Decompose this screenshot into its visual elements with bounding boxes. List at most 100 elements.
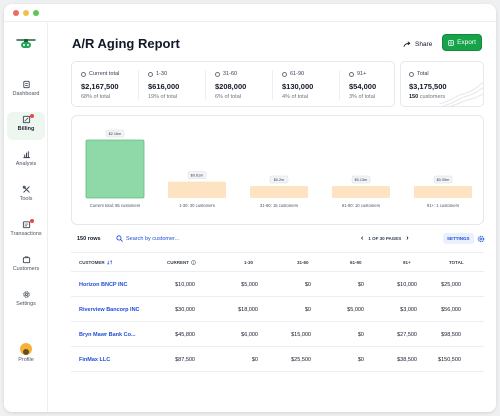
amount-cell: $0 xyxy=(357,282,364,288)
export-button[interactable]: Export xyxy=(442,34,482,51)
customer-link[interactable]: Riverview Bancorp INC xyxy=(79,307,140,313)
summary-percent: 19% of total xyxy=(148,94,178,100)
customer-link[interactable]: FinMax LLC xyxy=(79,357,110,363)
minimize-window-button[interactable] xyxy=(23,10,29,16)
chart-bar[interactable] xyxy=(85,139,145,199)
info-icon xyxy=(191,260,196,265)
dashboard-icon xyxy=(22,80,30,89)
col-label: CURRENT xyxy=(167,260,189,265)
col-current[interactable]: CURRENT xyxy=(167,260,196,265)
summary-amount: $54,000 xyxy=(349,82,377,91)
settings-button[interactable]: SETTINGS xyxy=(443,233,474,244)
next-page-button[interactable]: › xyxy=(406,235,408,242)
amount-cell: $15,000 xyxy=(291,332,311,338)
amount-cell: $98,500 xyxy=(441,332,461,338)
nav-item-transactions[interactable]: Transactions xyxy=(7,217,45,245)
nav-label: Customers xyxy=(12,266,40,272)
chart-bar[interactable] xyxy=(414,186,472,198)
table-row[interactable]: FinMax LLC $87,500 $0 $25,500 $0 $38,500 $150,… xyxy=(71,348,484,372)
summary-amount: $208,000 xyxy=(215,82,247,91)
app-logo-icon xyxy=(16,39,36,48)
clock-icon xyxy=(215,71,220,77)
aging-bar-chart: $2.16m Current total: 85 customers $0.61m 1… xyxy=(71,115,484,225)
share-button[interactable]: Share xyxy=(403,37,432,51)
col-1-30[interactable]: 1-30 xyxy=(244,260,253,265)
settings-gear-icon[interactable] xyxy=(477,235,485,243)
clock-icon xyxy=(148,71,153,77)
bar-category-label: 1-30: 30 customers xyxy=(179,203,215,208)
table-toolbar: 150 rows Search by customer... ‹ 1 OF 30… xyxy=(71,231,484,247)
nav-item-customers[interactable]: Customers xyxy=(7,252,45,280)
notification-dot xyxy=(30,114,34,118)
page-title: A/R Aging Report xyxy=(72,36,180,51)
col-label: TOTAL xyxy=(449,260,464,265)
col-total[interactable]: TOTAL xyxy=(449,260,464,265)
bar-chart-icon xyxy=(22,151,30,159)
chart-bar[interactable] xyxy=(168,181,226,198)
bar-category-label: 61-90: 10 customers xyxy=(342,203,380,208)
chart-bar[interactable] xyxy=(332,186,390,198)
gear-icon xyxy=(22,291,30,298)
col-label: CUSTOMER xyxy=(79,260,105,265)
nav-label: Transactions xyxy=(10,231,42,237)
divider xyxy=(339,70,340,100)
total-customers-count: 150 xyxy=(409,94,419,100)
amount-cell: $87,500 xyxy=(175,357,195,363)
customer-link[interactable]: Horizon BNCP INC xyxy=(79,282,127,288)
rows-count: 150 rows xyxy=(77,236,101,242)
table-row[interactable]: Bryn Mawr Bank Co... $45,800 $6,000 $15,000… xyxy=(71,323,484,347)
divider xyxy=(272,70,273,100)
col-31-60[interactable]: 31-60 xyxy=(297,260,309,265)
bar-value-label: $0.61m xyxy=(191,174,204,178)
prev-page-button[interactable]: ‹ xyxy=(361,235,363,242)
col-61-90[interactable]: 61-90 xyxy=(350,260,362,265)
search-icon xyxy=(116,235,123,242)
total-card: Total $3,175,500 150 customers xyxy=(400,61,484,107)
main-content: A/R Aging Report Share Export Current to… xyxy=(49,23,496,412)
nav-label: Billing xyxy=(17,126,35,132)
divider xyxy=(138,70,139,100)
bar-value-label: $0.05m xyxy=(437,178,450,182)
window-titlebar xyxy=(4,4,496,22)
nav-item-settings[interactable]: Settings xyxy=(7,287,45,315)
nav-item-dashboard[interactable]: Dashboard xyxy=(7,77,45,105)
app-window: Dashboard Billing Analysis Tools Transac… xyxy=(4,4,496,412)
total-label: Total xyxy=(417,71,429,77)
summary-percent: 6% of total xyxy=(215,94,241,100)
chart-bar[interactable] xyxy=(250,186,308,198)
bar-value-label: $0.13m xyxy=(355,178,368,182)
amount-cell: $6,000 xyxy=(241,332,258,338)
customer-search[interactable]: Search by customer... xyxy=(116,235,179,242)
amount-cell: $10,000 xyxy=(175,282,195,288)
search-input[interactable]: Search by customer... xyxy=(126,236,179,242)
amount-cell: $0 xyxy=(357,332,364,338)
col-customer[interactable]: CUSTOMER xyxy=(79,260,113,265)
summary-label: Current total xyxy=(89,71,120,77)
amount-cell: $10,000 xyxy=(397,282,417,288)
table-row[interactable]: Horizon BNCP INC $10,000 $5,000 $0 $0 $10,000… xyxy=(71,273,484,297)
amount-cell: $150,500 xyxy=(438,357,461,363)
maximize-window-button[interactable] xyxy=(33,10,39,16)
export-label: Export xyxy=(457,39,476,46)
bar-value-label: $0.2m xyxy=(274,178,285,182)
wave-decoration xyxy=(439,81,483,106)
summary-label: 61-90 xyxy=(290,71,305,77)
col-91-plus[interactable]: 91+ xyxy=(403,260,411,265)
aging-table: CUSTOMER CURRENT 1-30 31-60 61-90 91+ TO… xyxy=(71,252,484,412)
col-label: 1-30 xyxy=(244,260,254,265)
table-row[interactable]: Riverview Bancorp INC $30,000 $18,000 $0 $5,… xyxy=(71,298,484,322)
sidebar: Dashboard Billing Analysis Tools Transac… xyxy=(4,23,48,412)
col-label: 31-60 xyxy=(297,260,309,265)
summary-label: 91+ xyxy=(357,71,367,77)
nav-item-tools[interactable]: Tools xyxy=(7,182,45,210)
profile-avatar[interactable] xyxy=(20,343,32,355)
nav-item-billing[interactable]: Billing xyxy=(7,112,45,140)
summary-percent: 68% of total xyxy=(81,94,111,100)
amount-cell: $25,000 xyxy=(441,282,461,288)
close-window-button[interactable] xyxy=(13,10,19,16)
nav-item-analysis[interactable]: Analysis xyxy=(7,147,45,175)
customer-link[interactable]: Bryn Mawr Bank Co... xyxy=(79,332,136,338)
profile-label[interactable]: Profile xyxy=(4,357,48,363)
nav-label: Tools xyxy=(19,196,33,202)
table-settings: SETTINGS xyxy=(443,233,485,244)
